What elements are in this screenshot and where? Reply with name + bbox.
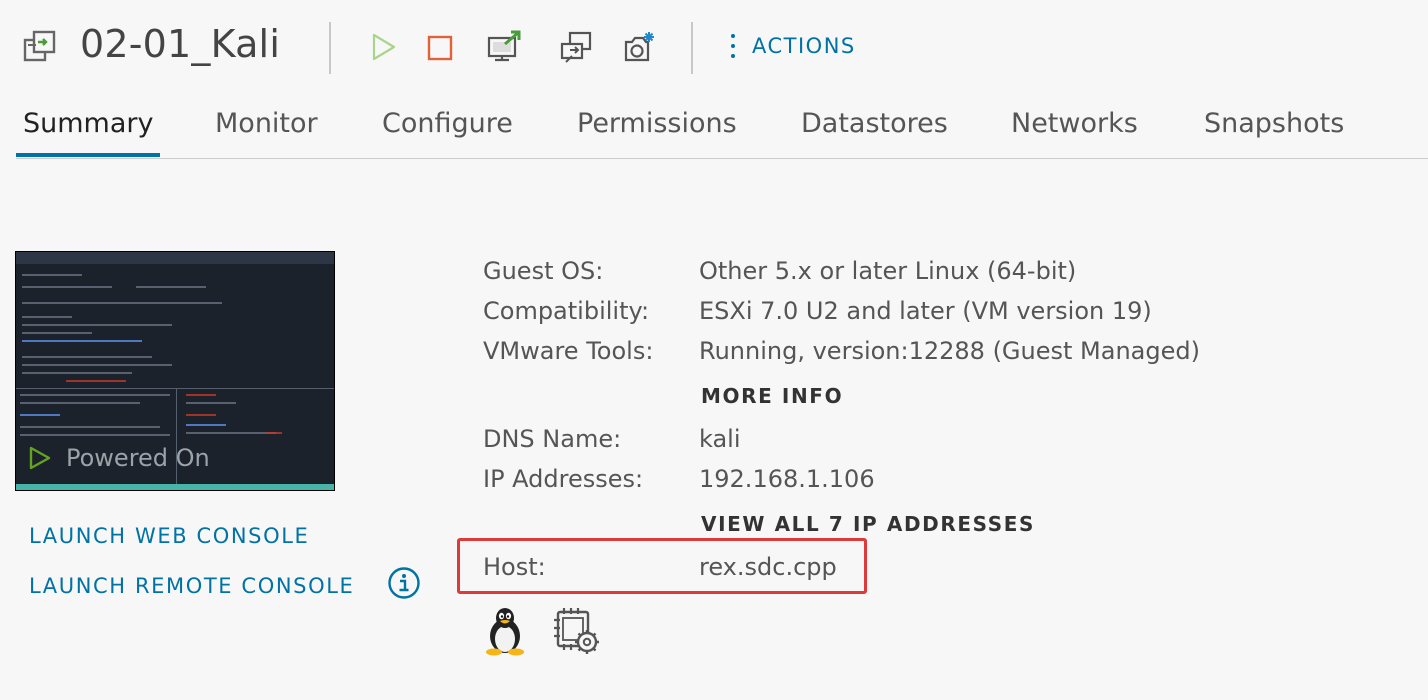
launch-remote-console-link[interactable]: LAUNCH REMOTE CONSOLE [29, 574, 354, 598]
compatibility-value: ESXi 7.0 U2 and later (VM version 19) [699, 297, 1152, 325]
ip-addresses-value: 192.168.1.106 [699, 465, 875, 493]
play-icon [29, 446, 51, 470]
host-value[interactable]: rex.sdc.cpp [699, 553, 837, 581]
vmware-tools-value: Running, version:12288 (Guest Managed) [699, 337, 1200, 365]
tab-monitor[interactable]: Monitor [208, 108, 325, 157]
migrate-icon[interactable] [558, 30, 594, 64]
page-header: 02-01_Kali ACTIONS [0, 0, 1428, 100]
toolbar-divider [329, 22, 331, 74]
tab-datastores[interactable]: Datastores [794, 108, 955, 157]
actions-label: ACTIONS [752, 34, 856, 58]
compatibility-label: Compatibility: [483, 297, 650, 325]
tab-networks[interactable]: Networks [1004, 108, 1145, 157]
launch-web-console-link[interactable]: LAUNCH WEB CONSOLE [29, 524, 309, 548]
console-thumbnail[interactable]: Powered On [15, 251, 335, 491]
host-label: Host: [483, 553, 546, 581]
tab-summary[interactable]: Summary [16, 108, 161, 157]
dns-name-value: kali [699, 425, 741, 453]
actions-menu-button[interactable]: ACTIONS [730, 34, 856, 58]
tab-bar: Summary Monitor Configure Permissions Da… [16, 100, 1428, 159]
power-state-label: Powered On [66, 444, 210, 472]
ip-addresses-label: IP Addresses: [483, 465, 644, 493]
info-icon[interactable] [387, 566, 421, 600]
vm-settings-chip-icon [554, 608, 599, 654]
snapshot-icon[interactable] [622, 30, 658, 64]
power-off-icon[interactable] [424, 30, 456, 64]
tab-permissions[interactable]: Permissions [570, 108, 744, 157]
vertical-ellipsis-icon [730, 34, 736, 58]
linux-tux-icon [486, 608, 524, 656]
vm-icon [23, 30, 56, 62]
toolbar-divider [691, 22, 693, 74]
power-on-icon[interactable] [368, 30, 400, 64]
guest-os-label: Guest OS: [483, 257, 604, 285]
power-state-overlay: Powered On [28, 444, 210, 472]
vmware-tools-label: VMware Tools: [483, 337, 654, 365]
tab-snapshots[interactable]: Snapshots [1197, 108, 1351, 157]
vm-name-title: 02-01_Kali [80, 22, 281, 66]
dns-name-label: DNS Name: [483, 425, 622, 453]
guest-os-value: Other 5.x or later Linux (64-bit) [699, 257, 1077, 285]
view-all-ip-link[interactable]: VIEW ALL 7 IP ADDRESSES [701, 512, 1035, 536]
thumbnail-taskbar [16, 252, 334, 264]
tab-configure[interactable]: Configure [375, 108, 520, 157]
more-info-link[interactable]: MORE INFO [701, 384, 843, 408]
launch-console-icon[interactable] [487, 30, 523, 64]
